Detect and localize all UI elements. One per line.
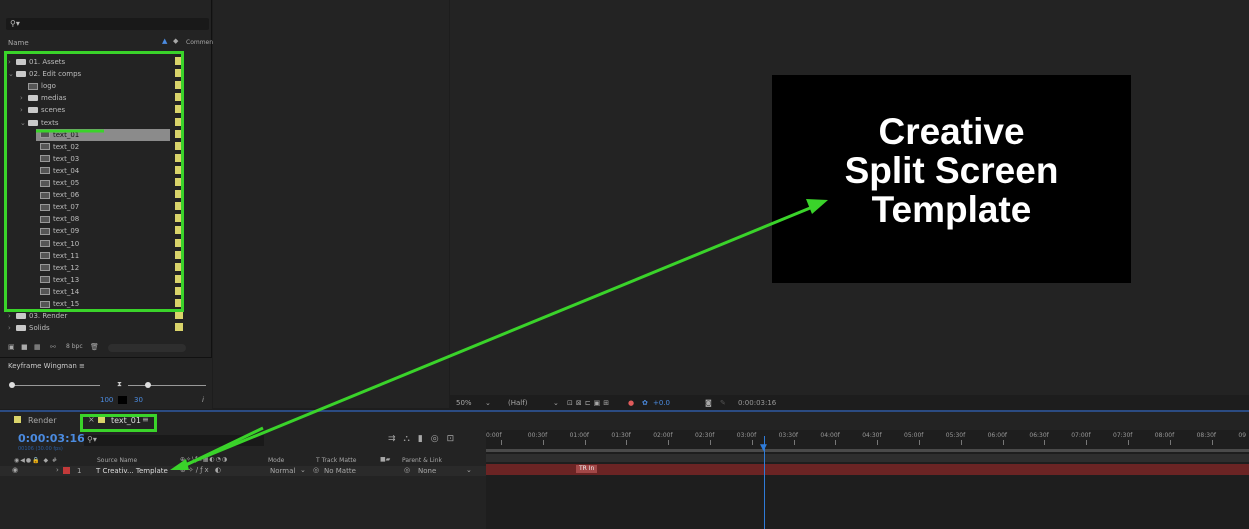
arrow-line-2: [179, 204, 816, 469]
arrowhead-2: [806, 199, 828, 214]
arrows-overlay: [36, 129, 828, 470]
